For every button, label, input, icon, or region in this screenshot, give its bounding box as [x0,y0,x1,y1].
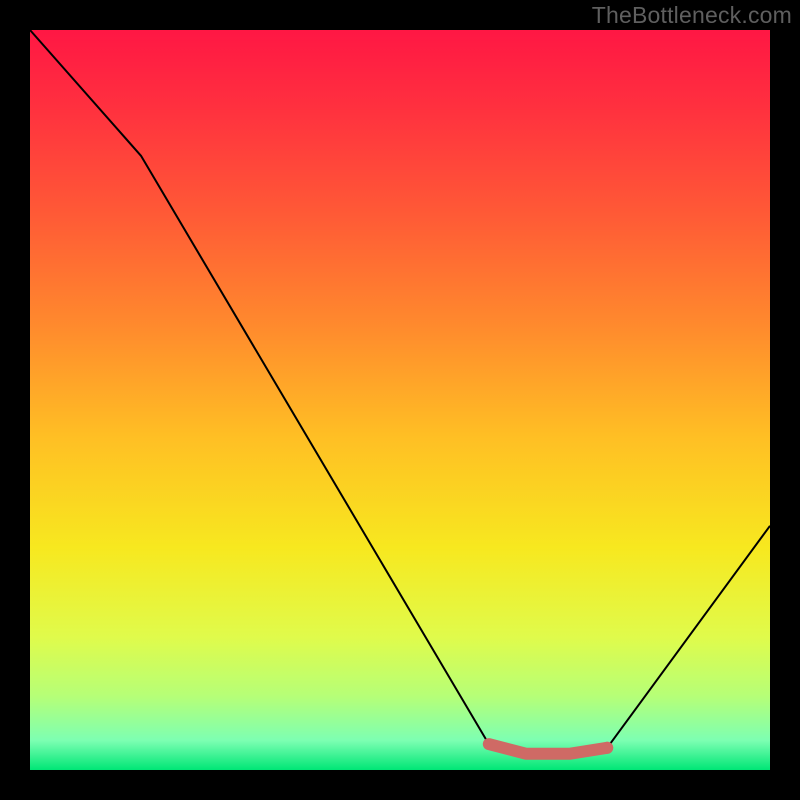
bottleneck-chart [0,0,800,800]
watermark-text: TheBottleneck.com [592,2,792,29]
optimal-point-marker [601,742,613,754]
plot-background [30,30,770,770]
